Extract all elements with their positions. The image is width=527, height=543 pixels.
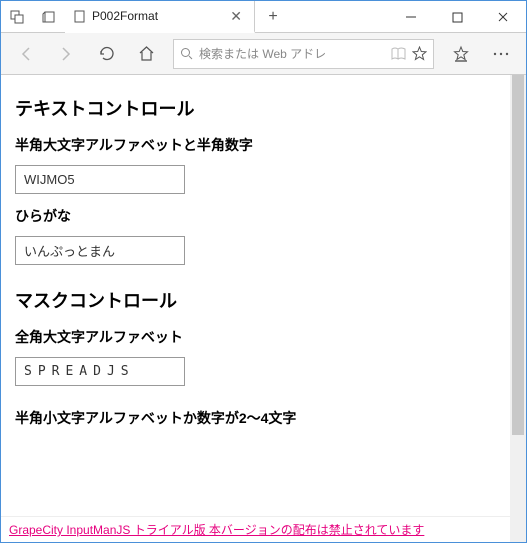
browser-tab[interactable]: P002Format ✕ xyxy=(65,1,255,33)
window-close-button[interactable] xyxy=(480,1,526,33)
browser-toolbar: 検索または Web アドレ xyxy=(1,33,526,75)
label-hiragana: ひらがな xyxy=(15,206,512,226)
label-fullwidth-upper: 全角大文字アルファベット xyxy=(15,327,512,347)
maximize-button[interactable] xyxy=(434,1,480,33)
label-lower-or-digit-2-4: 半角小文字アルファベットか数字が2～4文字 xyxy=(15,408,512,428)
set-aside-icon[interactable] xyxy=(33,1,65,33)
favorites-hub-button[interactable] xyxy=(442,36,480,72)
vertical-scrollbar[interactable] xyxy=(510,75,526,542)
trial-footer: GrapeCity InputManJS トライアル版 本バージョンの配布は禁止… xyxy=(1,516,510,542)
home-button[interactable] xyxy=(127,36,165,72)
new-tab-button[interactable]: + xyxy=(255,1,291,32)
scroll-thumb[interactable] xyxy=(512,75,524,435)
titlebar-spacer xyxy=(291,1,388,32)
heading-text-control: テキストコントロール xyxy=(15,95,512,121)
tab-title: P002Format xyxy=(92,9,220,23)
refresh-button[interactable] xyxy=(87,36,125,72)
favorite-icon[interactable] xyxy=(412,46,427,61)
tab-close-icon[interactable]: ✕ xyxy=(226,8,246,25)
more-button[interactable] xyxy=(482,36,520,72)
input-hiragana[interactable] xyxy=(15,236,185,265)
document-icon xyxy=(73,10,86,23)
back-button[interactable] xyxy=(7,36,45,72)
input-fullwidth-upper[interactable] xyxy=(15,357,185,386)
minimize-button[interactable] xyxy=(388,1,434,33)
trial-link[interactable]: GrapeCity InputManJS トライアル版 本バージョンの配布は禁止… xyxy=(9,523,424,537)
input-alpha-upper-num[interactable] xyxy=(15,165,185,194)
page-viewport: テキストコントロール 半角大文字アルファベットと半角数字 ひらがな マスクコント… xyxy=(1,75,526,542)
search-icon xyxy=(180,47,193,60)
window-titlebar: P002Format ✕ + xyxy=(1,1,526,33)
titlebar-left xyxy=(1,1,65,32)
window-controls xyxy=(388,1,526,32)
recent-activity-icon[interactable] xyxy=(1,1,33,33)
address-placeholder: 検索または Web アドレ xyxy=(199,45,385,62)
label-alpha-upper-num: 半角大文字アルファベットと半角数字 xyxy=(15,135,512,155)
address-bar[interactable]: 検索または Web アドレ xyxy=(173,39,434,69)
heading-mask-control: マスクコントロール xyxy=(15,287,512,313)
page-content: テキストコントロール 半角大文字アルファベットと半角数字 ひらがな マスクコント… xyxy=(1,75,526,478)
reading-view-icon[interactable] xyxy=(391,47,406,60)
forward-button[interactable] xyxy=(47,36,85,72)
